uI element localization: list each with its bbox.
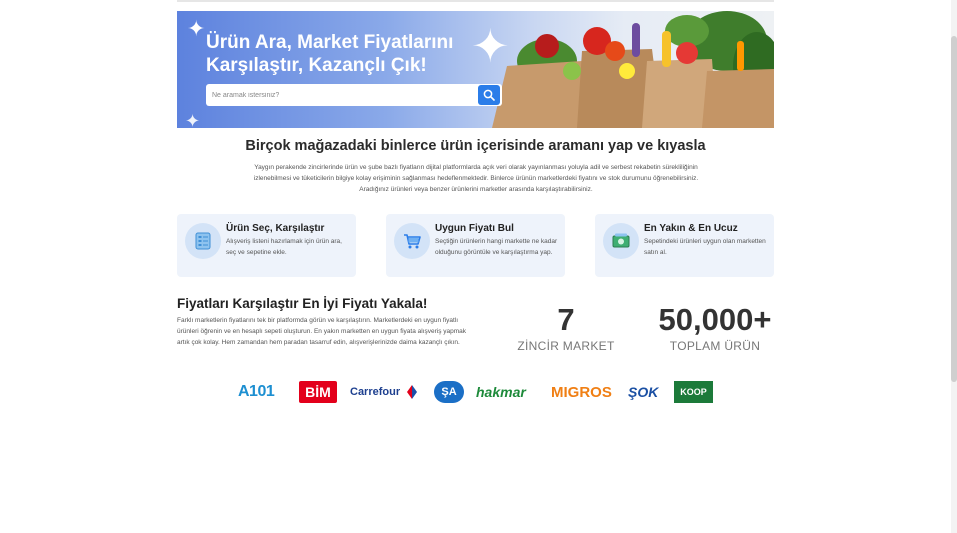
feature-title: En Yakın & En Ucuz xyxy=(644,223,738,234)
carrefour-mark-icon xyxy=(407,381,417,403)
logo-carrefour[interactable]: Carrefour xyxy=(350,381,406,403)
search-input[interactable] xyxy=(206,84,474,106)
stat-chains: 7 ZİNCİR MARKET xyxy=(516,303,616,353)
logo-migros[interactable]: MIGROS xyxy=(551,381,617,403)
sparkle-icon: ✦ xyxy=(185,111,201,128)
logo-carrefour-text: Carrefour xyxy=(350,386,401,398)
section-headline: Birçok mağazadaki binlerce ürün içerisin… xyxy=(245,138,706,154)
stat-label: ZİNCİR MARKET xyxy=(517,339,615,353)
list-icon xyxy=(185,223,221,259)
logo-koop[interactable]: KOOP xyxy=(674,381,713,403)
stat-label: TOPLAM ÜRÜN xyxy=(669,339,761,353)
stat-value: 7 xyxy=(557,302,575,337)
feature-card-price: Uygun Fiyatı Bul Seçtiğin ürünlerin hang… xyxy=(386,214,565,277)
sparkle-icon: ✦ xyxy=(187,16,206,41)
feature-card-compare: Ürün Seç, Karşılaştır Alışveriş listeni … xyxy=(177,214,356,277)
logo-carrefour-sa[interactable]: ŞA xyxy=(434,381,464,403)
feature-description: Sepetindeki ürünleri uygun olan markette… xyxy=(644,238,766,256)
intro-text: Yaygın perakende zincirlerinde ürün ve ş… xyxy=(253,164,699,193)
logo-sok[interactable]: ŞOK xyxy=(628,381,662,403)
money-icon xyxy=(603,223,639,259)
compare-title: Fiyatları Karşılaştır En İyi Fiyatı Yaka… xyxy=(177,296,428,311)
feature-title: Ürün Seç, Karşılaştır xyxy=(226,223,325,234)
scrollbar-thumb[interactable] xyxy=(951,36,957,382)
feature-description: Seçtiğin ürünlerin hangi markette ne kad… xyxy=(435,238,558,256)
grocery-bags-illustration xyxy=(492,11,774,128)
logo-bim[interactable]: BİM xyxy=(299,381,337,403)
retailer-logos: A101 BİM Carrefour ŞA hakmar MIGROS ŞOK … xyxy=(238,381,714,403)
search-bar xyxy=(206,84,502,106)
feature-card-nearest: En Yakın & En Ucuz Sepetindeki ürünleri … xyxy=(595,214,774,277)
page-scrollbar[interactable] xyxy=(951,0,957,533)
feature-description: Alışveriş listeni hazırlamak için ürün a… xyxy=(226,238,342,256)
search-button[interactable] xyxy=(478,85,500,105)
hero-banner: ✦ ✦ ✦ Ürün Ara, Market Fiyatlarını Karşı… xyxy=(177,11,774,128)
stat-value: 50,000+ xyxy=(658,302,772,337)
stat-products: 50,000+ TOPLAM ÜRÜN xyxy=(650,303,780,353)
search-icon xyxy=(483,89,495,101)
compare-text: Farklı marketlerin fiyatlarını tek bir p… xyxy=(177,317,467,346)
top-divider xyxy=(177,0,774,2)
cart-icon xyxy=(394,223,430,259)
feature-title: Uygun Fiyatı Bul xyxy=(435,223,514,234)
hero-title: Ürün Ara, Market Fiyatlarını Karşılaştır… xyxy=(206,32,454,76)
logo-hakmar[interactable]: hakmar xyxy=(476,381,540,403)
logo-a101[interactable]: A101 xyxy=(238,381,288,403)
